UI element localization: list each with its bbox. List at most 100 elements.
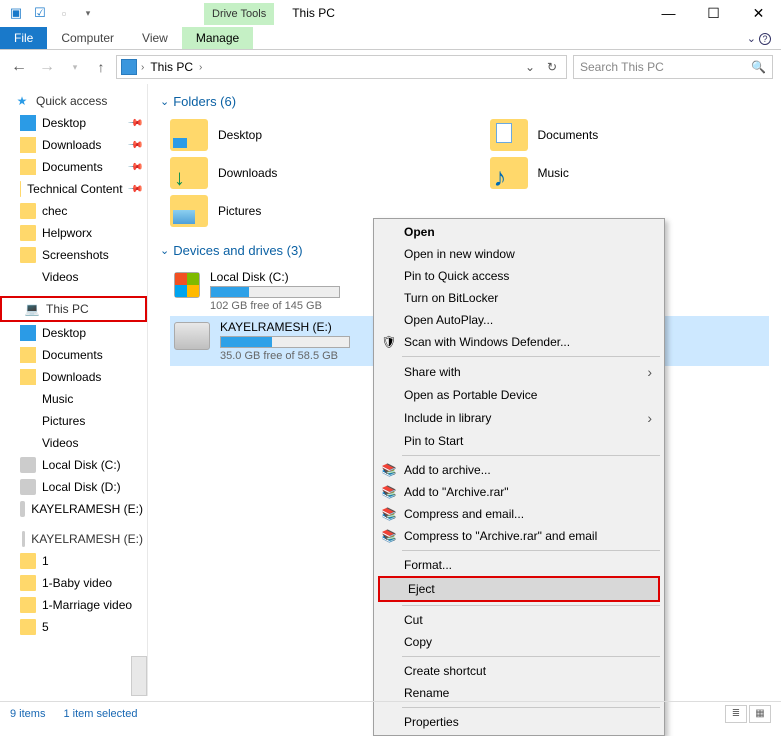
menu-item[interactable]: Eject: [380, 578, 658, 600]
sidebar-item[interactable]: Documents: [0, 344, 147, 366]
status-bar: 9 items 1 item selected ≣ ▦: [0, 701, 781, 725]
menu-item[interactable]: Create shortcut: [376, 660, 662, 682]
pin-icon: 📌: [126, 137, 143, 154]
menu-item[interactable]: Cut: [376, 609, 662, 631]
tab-manage[interactable]: Manage: [182, 27, 253, 49]
chevron-right-icon[interactable]: ›: [141, 62, 144, 73]
address-bar[interactable]: › This PC › ⌄ ↻: [116, 55, 567, 79]
pc-icon: [121, 59, 137, 75]
chevron-down-icon: ⌄: [160, 244, 169, 257]
archive-icon: 📚: [380, 484, 398, 500]
star-icon: ★: [14, 93, 30, 109]
sidebar-ext-drive[interactable]: KAYELRAMESH (E:): [0, 528, 147, 550]
sidebar-item[interactable]: KAYELRAMESH (E:): [0, 498, 147, 520]
folder-icon: [20, 325, 36, 341]
folder-item[interactable]: Documents: [490, 119, 770, 151]
menu-item[interactable]: 📚Compress to "Archive.rar" and email: [376, 525, 662, 547]
back-button[interactable]: ←: [8, 56, 30, 78]
sidebar-item[interactable]: Local Disk (D:): [0, 476, 147, 498]
folder-icon: [20, 203, 36, 219]
address-dropdown-icon[interactable]: ⌄: [520, 60, 540, 74]
sidebar-item[interactable]: Pictures: [0, 410, 147, 432]
menu-item[interactable]: Open in new window: [376, 243, 662, 265]
sidebar-item[interactable]: Screenshots: [0, 244, 147, 266]
drive-tools-tab-header: Drive Tools: [204, 3, 274, 25]
sidebar-item[interactable]: Downloads: [0, 366, 147, 388]
menu-item[interactable]: Include in library›: [376, 406, 662, 430]
menu-item[interactable]: 📚Add to "Archive.rar": [376, 481, 662, 503]
menu-item[interactable]: Open: [376, 221, 662, 243]
pin-icon: 📌: [126, 159, 143, 176]
close-button[interactable]: ✕: [736, 0, 781, 26]
chevron-right-icon[interactable]: ›: [199, 62, 202, 73]
sidebar-this-pc[interactable]: 💻 This PC: [0, 296, 147, 322]
sidebar-item[interactable]: Desktop📌: [0, 112, 147, 134]
recent-dropdown-icon[interactable]: ▾: [64, 56, 86, 78]
folder-icon: [20, 597, 36, 613]
qat-properties-icon[interactable]: ☑: [30, 3, 50, 23]
menu-item[interactable]: Format...: [376, 554, 662, 576]
sidebar-item[interactable]: Music: [0, 388, 147, 410]
folder-item[interactable]: Downloads: [170, 157, 450, 189]
folder-item[interactable]: Desktop: [170, 119, 450, 151]
sidebar-item-label: Documents: [42, 160, 103, 174]
menu-item[interactable]: Turn on BitLocker: [376, 287, 662, 309]
view-large-icon[interactable]: ▦: [749, 705, 771, 723]
navbar: ← → ▾ ↑ › This PC › ⌄ ↻ Search This PC 🔍: [0, 50, 781, 84]
group-header-folders[interactable]: ⌄ Folders (6): [160, 92, 769, 111]
menu-item-label: Compress and email...: [404, 507, 524, 521]
menu-item[interactable]: Share with›: [376, 360, 662, 384]
sidebar-item-label: Local Disk (C:): [42, 458, 121, 472]
scrollbar[interactable]: [131, 656, 147, 696]
maximize-button[interactable]: ☐: [691, 0, 736, 26]
menu-item[interactable]: Pin to Start: [376, 430, 662, 452]
folder-icon: [20, 347, 36, 363]
sidebar-item[interactable]: 1-Marriage video: [0, 594, 147, 616]
forward-button[interactable]: →: [36, 56, 58, 78]
breadcrumb-segment[interactable]: This PC: [148, 60, 195, 74]
sidebar-item[interactable]: Downloads📌: [0, 134, 147, 156]
folder-item[interactable]: Music: [490, 157, 770, 189]
sidebar-item[interactable]: Documents 📌: [0, 156, 147, 178]
tab-computer[interactable]: Computer: [47, 27, 128, 49]
folder-label: Pictures: [218, 204, 261, 218]
menu-item[interactable]: Copy: [376, 631, 662, 653]
qat-new-icon[interactable]: ▫: [54, 3, 74, 23]
tab-view[interactable]: View: [128, 27, 182, 49]
menu-item[interactable]: 📚Add to archive...: [376, 459, 662, 481]
view-details-icon[interactable]: ≣: [725, 705, 747, 723]
ribbon-expand-icon[interactable]: ⌄ ?: [737, 28, 781, 49]
sidebar-item[interactable]: Local Disk (C:): [0, 454, 147, 476]
minimize-button[interactable]: —: [646, 0, 691, 26]
menu-item[interactable]: 📚Compress and email...: [376, 503, 662, 525]
sidebar-item[interactable]: Videos: [0, 266, 147, 288]
menu-item[interactable]: 🛡Scan with Windows Defender...: [376, 331, 662, 353]
menu-item[interactable]: Open AutoPlay...: [376, 309, 662, 331]
pc-icon: 💻: [24, 301, 40, 317]
qat-dropdown-icon[interactable]: ▾: [78, 3, 98, 23]
sidebar-item-label: 1-Marriage video: [42, 598, 132, 612]
search-icon[interactable]: 🔍: [751, 60, 766, 74]
up-button[interactable]: ↑: [92, 56, 110, 78]
sidebar-item[interactable]: 5: [0, 616, 147, 638]
search-input[interactable]: Search This PC 🔍: [573, 55, 773, 79]
sidebar-item[interactable]: Helpworx: [0, 222, 147, 244]
tab-file[interactable]: File: [0, 27, 47, 49]
sidebar-item[interactable]: chec: [0, 200, 147, 222]
sidebar-item[interactable]: Technical Content📌: [0, 178, 147, 200]
menu-item[interactable]: Pin to Quick access: [376, 265, 662, 287]
sidebar-item[interactable]: 1: [0, 550, 147, 572]
sidebar-item[interactable]: Videos: [0, 432, 147, 454]
menu-separator: [402, 550, 660, 551]
folder-icon: [20, 413, 36, 429]
archive-icon: 📚: [380, 528, 398, 544]
sidebar-item-label: 1: [42, 554, 49, 568]
sidebar-item[interactable]: 1-Baby video: [0, 572, 147, 594]
sidebar-quick-access[interactable]: ★ Quick access: [0, 90, 147, 112]
menu-item-label: Rename: [404, 686, 449, 700]
sidebar-item[interactable]: Desktop: [0, 322, 147, 344]
refresh-icon[interactable]: ↻: [542, 60, 562, 74]
sidebar-item-label: Documents: [42, 348, 103, 362]
menu-item[interactable]: Open as Portable Device: [376, 384, 662, 406]
titlebar: ▣ ☑ ▫ ▾ Drive Tools This PC — ☐ ✕: [0, 0, 781, 26]
